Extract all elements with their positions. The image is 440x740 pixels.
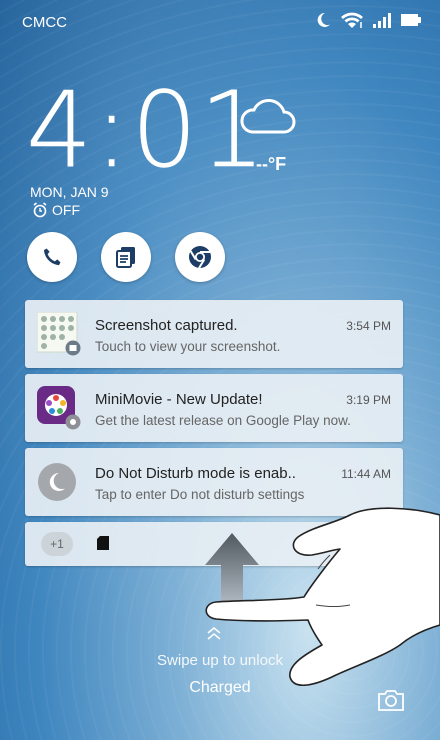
notification-minimovie[interactable]: MiniMovie - New Update! 3:19 PM Get the … bbox=[25, 374, 403, 442]
swipe-hint: Swipe up to unlock bbox=[157, 652, 283, 669]
battery-icon bbox=[401, 14, 421, 26]
minimovie-icon bbox=[37, 386, 81, 430]
chrome-shortcut[interactable] bbox=[175, 232, 225, 282]
notification-time: 3:19 PM bbox=[346, 393, 391, 407]
chrome-icon bbox=[189, 246, 211, 269]
notification-screenshot[interactable]: Screenshot captured. 3:54 PM Touch to vi… bbox=[25, 300, 403, 368]
moon-icon bbox=[317, 12, 330, 27]
notification-time: 11:44 AM bbox=[341, 467, 391, 481]
do-not-disturb-icon bbox=[38, 463, 76, 501]
alarm-label: OFF bbox=[52, 202, 80, 218]
charging-status: Charged bbox=[189, 679, 251, 696]
date-label: MON, JAN 9 bbox=[30, 184, 109, 200]
alarm-clock-icon bbox=[33, 202, 47, 218]
carrier-label: CMCC bbox=[22, 14, 67, 31]
wifi-icon bbox=[341, 12, 363, 28]
lock-screen: CMCC 4:01 --°F MON, JAN 9 OFF Screenshot… bbox=[0, 0, 440, 740]
status-icons bbox=[314, 10, 422, 30]
notification-text: Tap to enter Do not disturb settings bbox=[95, 487, 305, 502]
notification-title: Do Not Disturb mode is enab.. bbox=[95, 465, 296, 482]
notes-icon bbox=[116, 247, 135, 268]
notification-time: 3:54 PM bbox=[346, 319, 391, 333]
notification-text: Get the latest release on Google Play no… bbox=[95, 413, 351, 428]
double-chevron-up-icon bbox=[207, 627, 221, 640]
notification-title: Screenshot captured. bbox=[95, 317, 238, 334]
status-bar: CMCC bbox=[0, 0, 440, 46]
sd-card-icon bbox=[97, 536, 109, 550]
signal-icon bbox=[373, 13, 391, 28]
cloud-icon bbox=[240, 99, 296, 134]
alarm-status: OFF bbox=[32, 202, 80, 218]
more-notifications-badge: +1 bbox=[41, 532, 73, 556]
shortcuts bbox=[27, 232, 225, 282]
notification-text: Touch to view your screenshot. bbox=[95, 339, 281, 354]
notes-shortcut[interactable] bbox=[101, 232, 151, 282]
camera-icon[interactable] bbox=[377, 688, 405, 712]
phone-shortcut[interactable] bbox=[27, 232, 77, 282]
screenshot-thumbnail-icon bbox=[37, 312, 81, 356]
notification-title: MiniMovie - New Update! bbox=[95, 391, 263, 408]
temperature: --°F bbox=[256, 154, 287, 174]
phone-icon bbox=[44, 248, 61, 266]
clock: 4:01 bbox=[26, 69, 268, 191]
